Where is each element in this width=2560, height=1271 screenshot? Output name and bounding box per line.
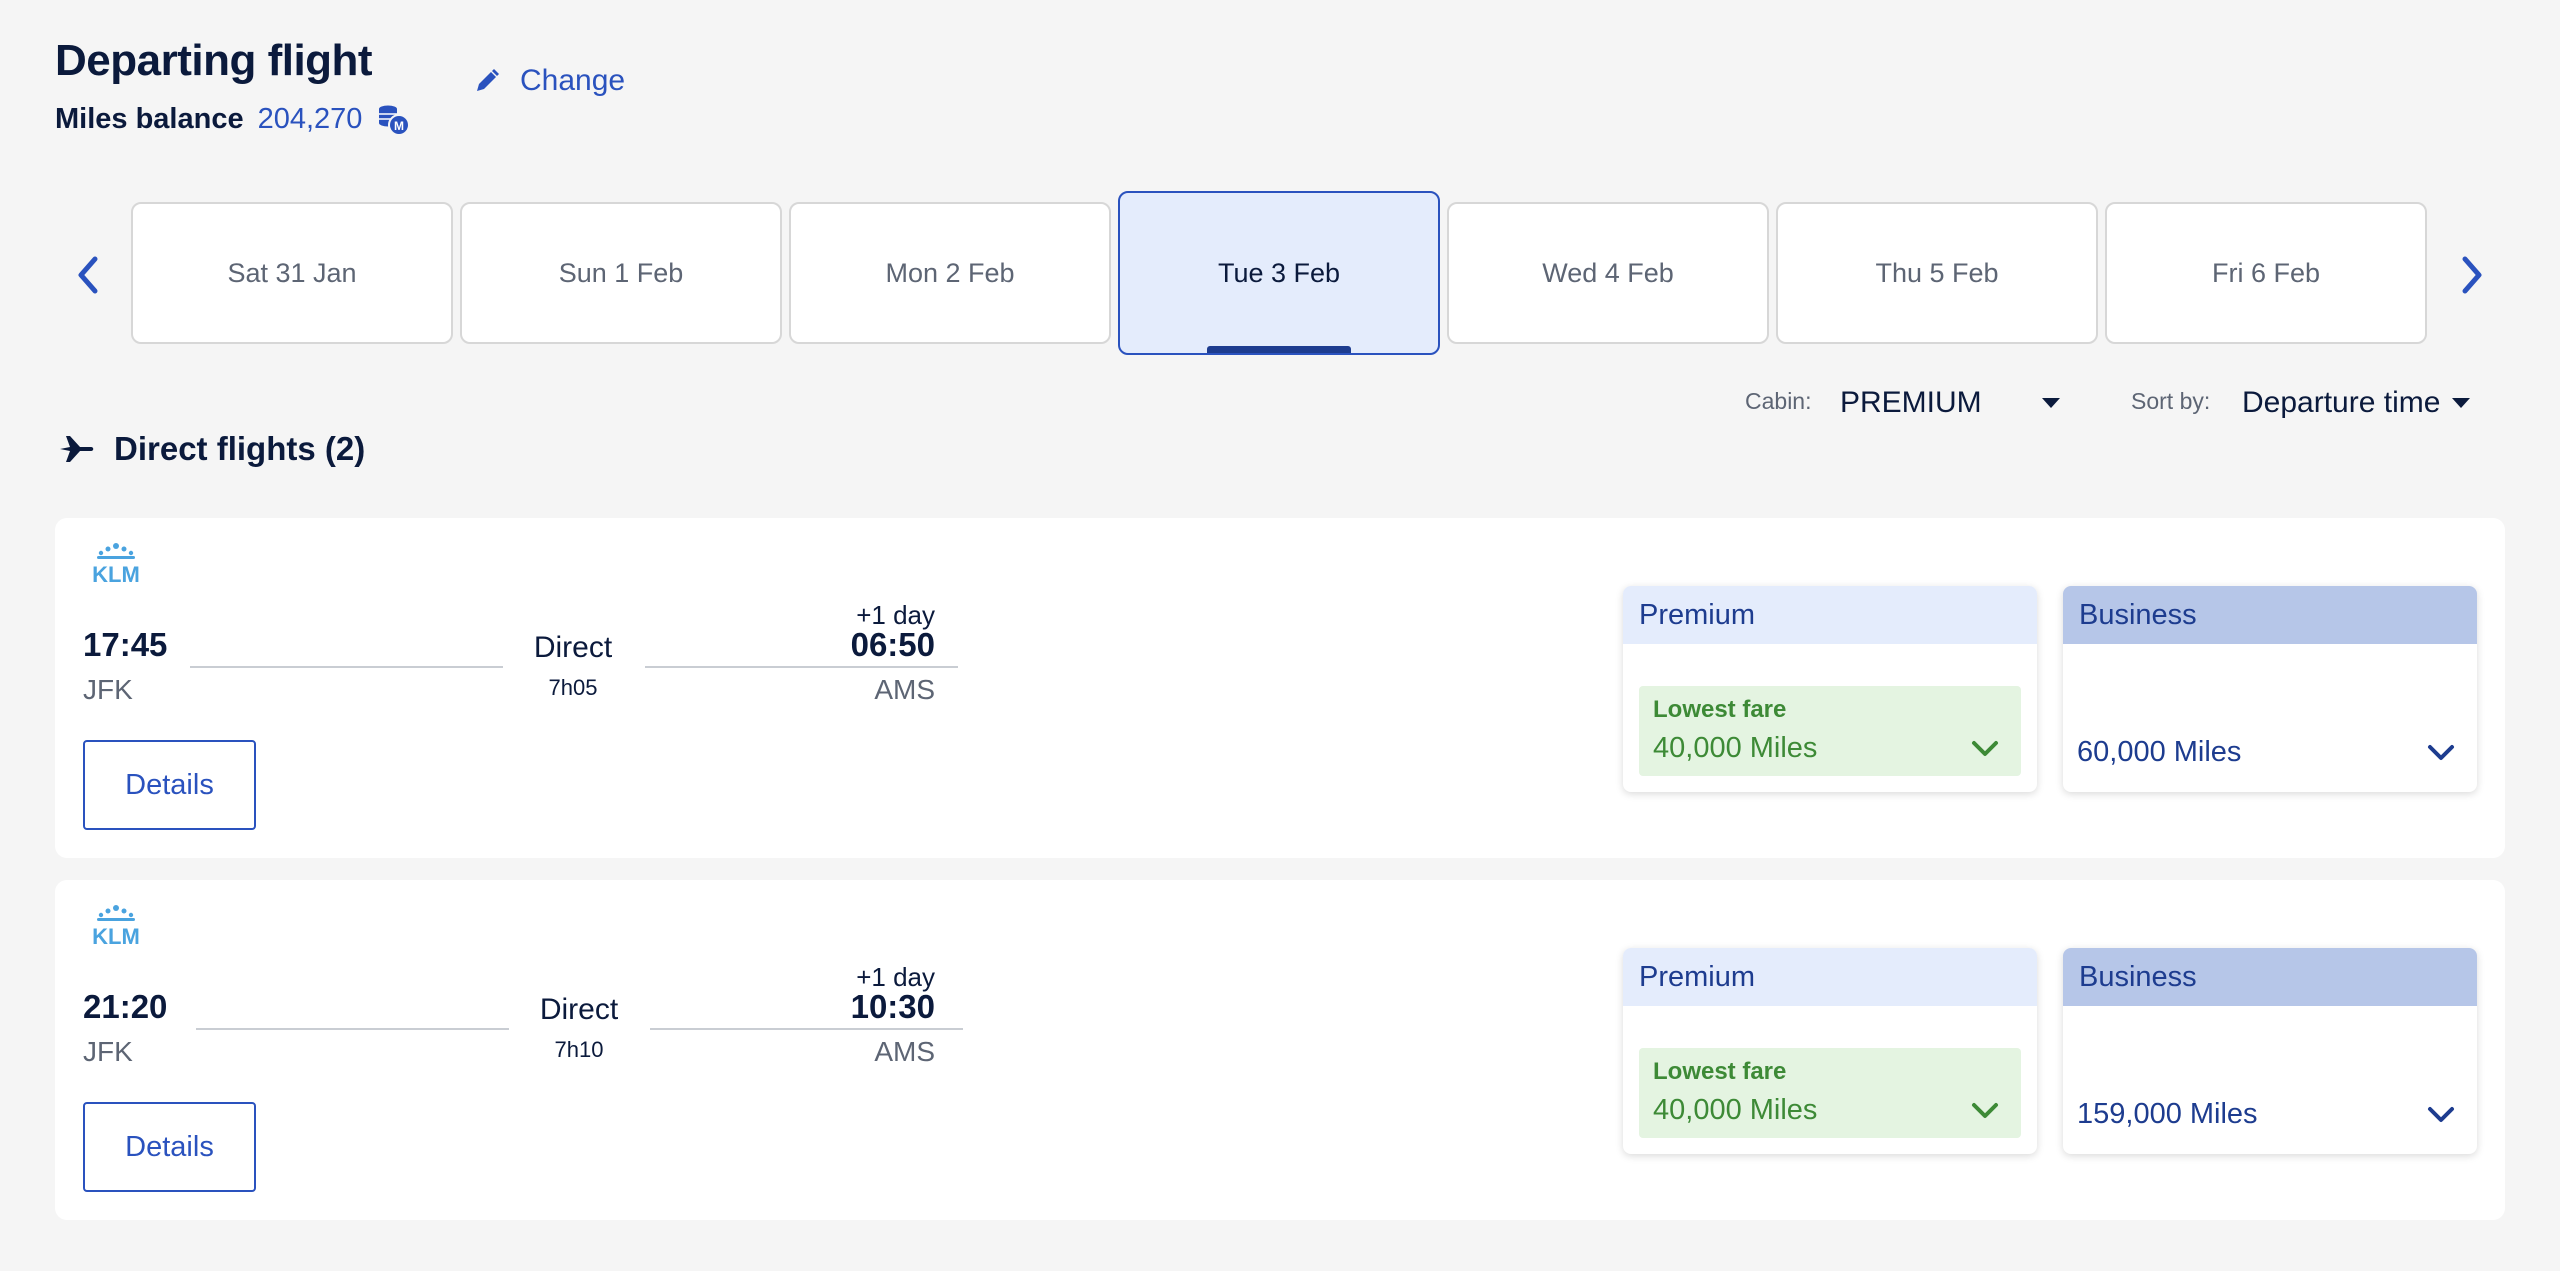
sort-filter-label: Sort by: [2131, 388, 2211, 414]
details-button[interactable]: Details [83, 1102, 256, 1192]
date-tab-sat-31-jan[interactable]: Sat 31 Jan [131, 202, 453, 344]
premium-fare-option[interactable]: Premium Lowest fare 40,000 Miles [1623, 586, 2037, 792]
premium-fare-title: Premium [1623, 586, 2037, 644]
cabin-select[interactable]: PREMIUM [1840, 386, 2060, 420]
sort-filter: Sort by: [2131, 388, 2210, 415]
chevron-down-icon [1972, 1103, 1998, 1118]
miles-coin-icon: M [376, 102, 411, 136]
business-fare-miles: 60,000 Miles [2077, 736, 2242, 768]
lowest-fare-badge: Lowest fare 40,000 Miles [1639, 686, 2021, 776]
chevron-left-icon [78, 256, 98, 294]
arrival-time: 10:30 [850, 988, 935, 1025]
klm-logo-icon: KLM [92, 905, 140, 946]
date-tab-mon-2-feb[interactable]: Mon 2 Feb [789, 202, 1111, 344]
lowest-fare-label: Lowest fare [1653, 1058, 1787, 1085]
departure-time: 21:20 [83, 988, 168, 1025]
arrival-airport: AMS [874, 674, 935, 705]
chevron-down-icon [1972, 741, 1998, 756]
sort-select-value: Departure time [2242, 386, 2441, 419]
date-tab-wed-4-feb[interactable]: Wed 4 Feb [1447, 202, 1769, 344]
change-button[interactable]: Change [472, 64, 625, 98]
svg-text:KLM: KLM [92, 562, 140, 584]
chevron-down-icon [2428, 1107, 2454, 1122]
sort-select[interactable]: Departure time [2242, 386, 2471, 420]
arrival-airport: AMS [874, 1036, 935, 1067]
cabin-filter-label: Cabin: [1745, 388, 1812, 414]
business-fare-title: Business [2063, 948, 2477, 1006]
caret-down-icon [2042, 398, 2060, 408]
svg-text:KLM: KLM [92, 924, 140, 946]
date-tab-thu-5-feb[interactable]: Thu 5 Feb [1776, 202, 2098, 344]
change-button-label: Change [520, 64, 626, 97]
premium-fare-miles: 40,000 Miles [1653, 732, 1818, 764]
stops-label: Direct [539, 993, 619, 1026]
date-tab-tue-3-feb[interactable]: Tue 3 Feb [1118, 191, 1440, 355]
klm-logo-icon: KLM [92, 543, 140, 584]
business-fare-miles: 159,000 Miles [2077, 1098, 2258, 1130]
next-date-button[interactable] [2452, 250, 2492, 300]
business-fare-option[interactable]: Business 60,000 Miles [2063, 586, 2477, 792]
business-fare-option[interactable]: Business 159,000 Miles [2063, 948, 2477, 1154]
chevron-right-icon [2462, 256, 2482, 294]
pencil-icon [477, 69, 499, 91]
cabin-select-value: PREMIUM [1840, 386, 1982, 419]
departure-airport: JFK [83, 1036, 133, 1067]
premium-fare-option[interactable]: Premium Lowest fare 40,000 Miles [1623, 948, 2037, 1154]
departure-airport: JFK [83, 674, 133, 705]
svg-text:M: M [394, 119, 404, 133]
duration-label: 7h05 [548, 675, 598, 700]
miles-balance-label: Miles balance [55, 102, 244, 135]
arrival-time: 06:50 [850, 626, 935, 663]
premium-fare-miles: 40,000 Miles [1653, 1094, 1818, 1126]
details-button[interactable]: Details [83, 740, 256, 830]
route-line [650, 1028, 963, 1030]
date-tab-fri-6-feb[interactable]: Fri 6 Feb [2105, 202, 2427, 344]
section-title: Direct flights (2) [58, 430, 365, 468]
flight-card: KLM 17:45 JFK Direct 7h05 +1 day 06:50 A… [55, 518, 2505, 858]
chevron-down-icon [2428, 745, 2454, 760]
page-title: Departing flight [55, 36, 373, 85]
duration-label: 7h10 [554, 1037, 604, 1062]
route-line [196, 1028, 509, 1030]
miles-balance-value: 204,270 [257, 102, 363, 135]
departure-time: 17:45 [83, 626, 168, 663]
route-line [190, 666, 503, 668]
route-line [645, 666, 958, 668]
airplane-icon [60, 436, 94, 462]
caret-down-icon [2452, 398, 2471, 408]
miles-balance: Miles balance 204,270 M [55, 102, 411, 136]
flight-card: KLM 21:20 JFK Direct 7h10 +1 day 10:30 A… [55, 880, 2505, 1220]
business-fare-title: Business [2063, 586, 2477, 644]
cabin-filter: Cabin: [1745, 388, 1811, 415]
lowest-fare-badge: Lowest fare 40,000 Miles [1639, 1048, 2021, 1138]
lowest-fare-label: Lowest fare [1653, 696, 1787, 723]
section-title-label: Direct flights (2) [114, 430, 366, 467]
date-tab-sun-1-feb[interactable]: Sun 1 Feb [460, 202, 782, 344]
stops-label: Direct [533, 631, 613, 664]
premium-fare-title: Premium [1623, 948, 2037, 1006]
prev-date-button[interactable] [68, 250, 108, 300]
